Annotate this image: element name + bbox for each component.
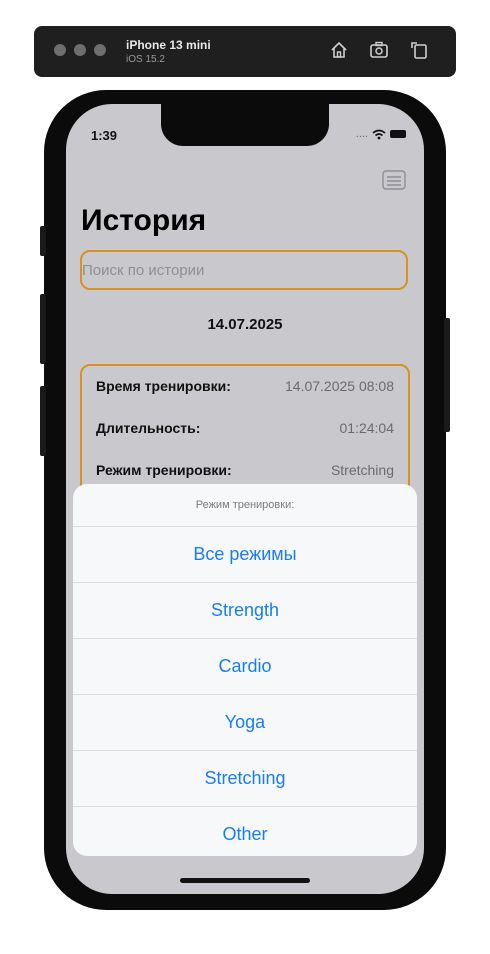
status-time: 1:39 xyxy=(91,128,118,143)
status-icons: .... xyxy=(356,128,406,140)
rotate-icon[interactable] xyxy=(408,39,430,61)
option-cardio[interactable]: Cardio xyxy=(73,639,417,695)
row-value: Stretching xyxy=(330,462,394,478)
volume-down-button xyxy=(40,386,46,456)
simulator-toolbar: iPhone 13 mini iOS 15.2 xyxy=(34,26,456,77)
zoom-window-button[interactable] xyxy=(94,44,106,56)
workout-mode-action-sheet: Режим тренировки: Все режимы Strength Ca… xyxy=(73,484,417,856)
device-name: iPhone 13 mini xyxy=(126,38,211,52)
volume-up-button xyxy=(40,294,46,364)
option-stretching[interactable]: Stretching xyxy=(73,751,417,807)
home-icon[interactable] xyxy=(328,39,350,61)
workout-time-row: Время тренировки: 14.07.2025 08:08 xyxy=(96,378,394,394)
action-sheet-title: Режим тренировки: xyxy=(73,484,417,527)
row-label: Длительность: xyxy=(96,420,201,436)
date-section-header: 14.07.2025 xyxy=(207,316,283,333)
row-value: 14.07.2025 08:08 xyxy=(285,378,394,394)
duration-row: Длительность: 01:24:04 xyxy=(96,420,394,436)
mute-switch xyxy=(40,226,46,256)
workout-mode-row: Режим тренировки: Stretching xyxy=(96,462,394,478)
notch xyxy=(161,104,329,146)
window-controls xyxy=(54,44,106,56)
close-window-button[interactable] xyxy=(54,44,66,56)
page-title: История xyxy=(81,204,207,237)
phone-screen: 1:39 .... История 14.07.2025 Время трени… xyxy=(66,104,424,894)
option-other[interactable]: Other xyxy=(73,807,417,856)
screenshot-icon[interactable] xyxy=(368,39,390,61)
wifi-icon xyxy=(372,129,386,139)
home-indicator[interactable] xyxy=(180,878,310,883)
power-button xyxy=(444,318,450,432)
row-value: 01:24:04 xyxy=(339,420,395,436)
option-all-modes[interactable]: Все режимы xyxy=(73,527,417,583)
search-input[interactable] xyxy=(80,250,408,290)
os-version: iOS 15.2 xyxy=(126,54,165,65)
minimize-window-button[interactable] xyxy=(74,44,86,56)
option-yoga[interactable]: Yoga xyxy=(73,695,417,751)
row-label: Время тренировки: xyxy=(96,378,231,394)
option-strength[interactable]: Strength xyxy=(73,583,417,639)
battery-icon xyxy=(390,130,406,138)
signal-indicator: .... xyxy=(355,128,368,140)
row-label: Режим тренировки: xyxy=(96,462,232,478)
filter-icon[interactable] xyxy=(382,170,406,190)
